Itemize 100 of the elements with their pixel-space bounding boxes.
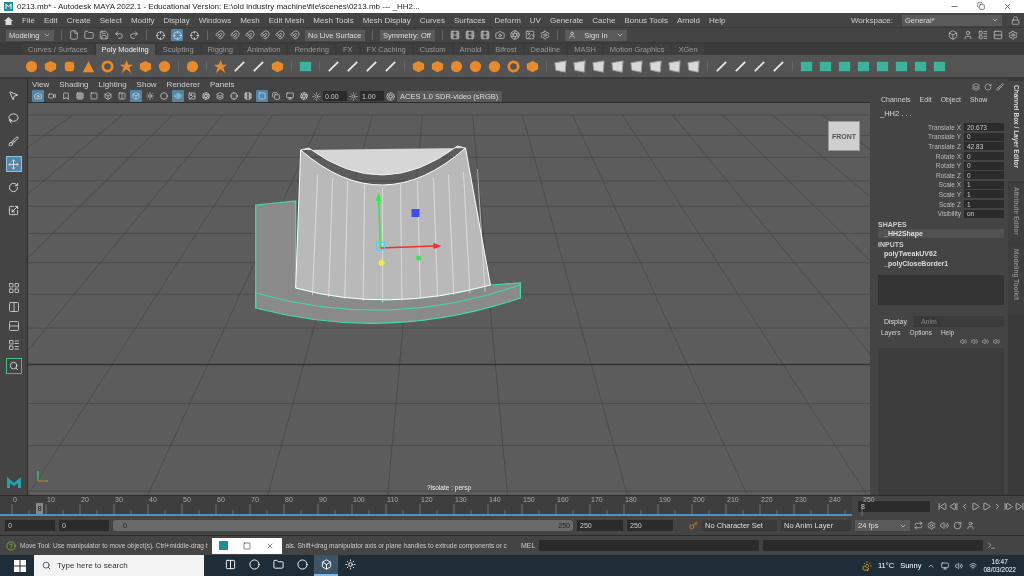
menu-item[interactable]: Mesh Tools bbox=[313, 15, 354, 25]
rows-icon[interactable] bbox=[993, 30, 1003, 40]
pen-icon[interactable] bbox=[251, 58, 266, 74]
viewport-toggle-button[interactable] bbox=[186, 90, 198, 102]
magnet-icon[interactable] bbox=[290, 30, 300, 40]
mesh-icon[interactable] bbox=[591, 58, 606, 74]
menu-item[interactable]: Surfaces bbox=[454, 15, 486, 25]
brush-icon[interactable] bbox=[996, 83, 1004, 91]
figure-icon[interactable] bbox=[963, 30, 973, 40]
pen-icon[interactable] bbox=[733, 58, 748, 74]
outliner-icon[interactable] bbox=[7, 339, 20, 351]
selection-mode-button[interactable] bbox=[154, 29, 166, 41]
viewport-toggle-button[interactable] bbox=[74, 90, 86, 102]
folder-icon[interactable] bbox=[84, 30, 94, 40]
menu-item[interactable]: Mesh Display bbox=[362, 15, 411, 25]
mesh-icon[interactable] bbox=[648, 58, 663, 74]
menu-item[interactable]: Edit Mesh bbox=[268, 15, 305, 25]
close-icon[interactable] bbox=[1003, 2, 1012, 11]
viewport-toggle-button[interactable] bbox=[46, 90, 58, 102]
render-icon[interactable] bbox=[450, 30, 460, 40]
panel-menu-item[interactable]: Shading bbox=[59, 80, 89, 89]
model-drawing[interactable] bbox=[255, 145, 521, 324]
layout-icon[interactable] bbox=[7, 320, 20, 332]
brush-button[interactable] bbox=[5, 133, 22, 149]
layers-icon[interactable] bbox=[972, 83, 980, 91]
viewport-toggle-button[interactable] bbox=[158, 90, 170, 102]
search-field[interactable]: Type here to search bbox=[34, 555, 204, 576]
viewport-toggle-button[interactable] bbox=[270, 90, 282, 102]
panel-menu-item[interactable]: Show bbox=[136, 80, 157, 89]
step-back-icon[interactable] bbox=[960, 501, 969, 511]
loop-icon[interactable] bbox=[914, 521, 923, 530]
mesh-icon[interactable] bbox=[667, 58, 682, 74]
viewport-toggle-button[interactable] bbox=[228, 90, 240, 102]
mesh-icon[interactable] bbox=[629, 58, 644, 74]
star-icon[interactable] bbox=[213, 58, 228, 74]
save-icon[interactable] bbox=[99, 30, 109, 40]
menu-item[interactable]: Mesh bbox=[240, 15, 260, 25]
color-management-icon[interactable] bbox=[386, 91, 395, 101]
panel-menu-item[interactable]: Renderer bbox=[166, 80, 200, 89]
exposure-icon[interactable] bbox=[312, 91, 321, 101]
menu-item[interactable]: Curves bbox=[419, 15, 445, 25]
star-icon[interactable] bbox=[119, 58, 134, 74]
restore-icon[interactable] bbox=[977, 2, 985, 10]
cone-icon[interactable] bbox=[81, 58, 96, 74]
menu-item[interactable]: Modify bbox=[130, 15, 155, 25]
step-forward-icon[interactable] bbox=[993, 501, 1002, 511]
cube-icon[interactable] bbox=[270, 58, 285, 74]
lock-icon[interactable] bbox=[1011, 15, 1020, 25]
viewport-toggle-button[interactable] bbox=[144, 90, 156, 102]
new-file-icon[interactable] bbox=[69, 30, 79, 40]
layer-icon[interactable] bbox=[960, 337, 967, 345]
aperture-icon[interactable] bbox=[510, 30, 520, 40]
gamma-icon[interactable] bbox=[349, 91, 358, 101]
move-manipulator-drawing[interactable] bbox=[375, 193, 442, 266]
pen-icon[interactable] bbox=[364, 58, 379, 74]
menu-item[interactable]: Cache bbox=[592, 15, 616, 25]
play-backward-icon[interactable] bbox=[971, 501, 980, 511]
magnet-icon[interactable] bbox=[275, 30, 285, 40]
viewport-toggle-button[interactable] bbox=[116, 90, 128, 102]
layout-icon[interactable] bbox=[7, 282, 20, 294]
mesh-icon[interactable] bbox=[572, 58, 587, 74]
settings-icon[interactable] bbox=[1008, 30, 1018, 40]
viewport-toggle-button[interactable] bbox=[256, 90, 268, 102]
cube-icon[interactable] bbox=[430, 58, 445, 74]
menu-item[interactable]: Deform bbox=[494, 15, 521, 25]
windows-logo-icon[interactable] bbox=[14, 559, 26, 572]
cube-icon[interactable] bbox=[411, 58, 426, 74]
go-to-end-icon[interactable] bbox=[1015, 501, 1024, 511]
torus-icon[interactable] bbox=[506, 58, 521, 74]
redo-icon[interactable] bbox=[129, 30, 139, 40]
pen-icon[interactable] bbox=[232, 58, 247, 74]
panel-menu-item[interactable]: View bbox=[32, 80, 50, 89]
app-button[interactable] bbox=[314, 555, 338, 576]
pen-icon[interactable] bbox=[383, 58, 398, 74]
pen-icon[interactable] bbox=[714, 58, 729, 74]
search-button[interactable] bbox=[5, 358, 22, 374]
mesh-icon[interactable] bbox=[610, 58, 625, 74]
render-icon[interactable] bbox=[465, 30, 475, 40]
magnet-icon[interactable] bbox=[215, 30, 225, 40]
sphere-icon[interactable] bbox=[185, 58, 200, 74]
cube-icon[interactable] bbox=[43, 58, 58, 74]
cache-icon[interactable] bbox=[953, 521, 962, 530]
menu-item[interactable]: Generate bbox=[549, 15, 584, 25]
layer-icon[interactable] bbox=[993, 337, 1000, 345]
viewport-toggle-button[interactable] bbox=[214, 90, 226, 102]
viewport-toggle-button[interactable] bbox=[200, 90, 212, 102]
sphere-icon[interactable] bbox=[24, 58, 39, 74]
pen-icon[interactable] bbox=[752, 58, 767, 74]
menu-item[interactable]: Select bbox=[99, 15, 122, 25]
torus-icon[interactable] bbox=[100, 58, 115, 74]
command-field[interactable] bbox=[539, 540, 760, 551]
sphere-icon[interactable] bbox=[487, 58, 502, 74]
menu-item[interactable]: Windows bbox=[198, 15, 232, 25]
window-preview[interactable] bbox=[211, 537, 282, 554]
panel-menu-item[interactable]: Panels bbox=[209, 80, 235, 89]
layer-icon[interactable] bbox=[971, 337, 978, 345]
menu-item[interactable]: Help bbox=[709, 15, 726, 25]
viewport-toggle-button[interactable] bbox=[102, 90, 114, 102]
viewport-toggle-button[interactable] bbox=[88, 90, 100, 102]
sphere-icon[interactable] bbox=[468, 58, 483, 74]
